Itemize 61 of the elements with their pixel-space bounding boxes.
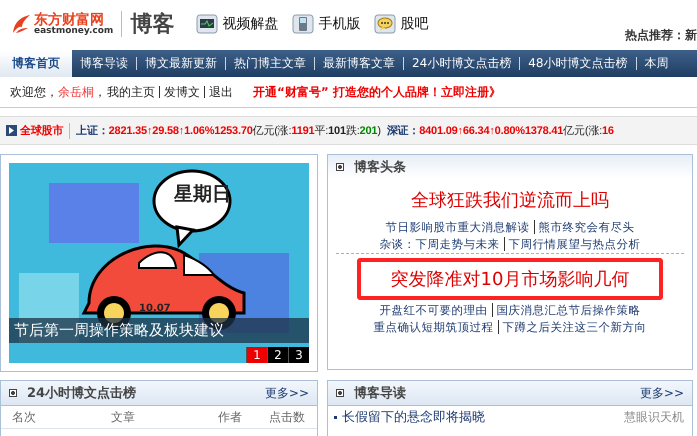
panel-title: 24小时博文点击榜	[27, 384, 136, 402]
comma-text: ，	[94, 84, 106, 100]
market-quote: 深证：8401.09↑66.34↑0.80%1378.41亿元(涨:16	[386, 124, 614, 138]
speech-bubble-text: 星期日	[174, 182, 231, 207]
headline-sublink[interactable]: 杂谈：下周走势与未来	[380, 237, 500, 251]
nav-tab[interactable]: 博客首页	[0, 50, 72, 77]
phone-icon	[292, 14, 314, 34]
headline-sublink[interactable]: 国庆消息汇总节后操作策略	[492, 303, 640, 317]
slide-page-button[interactable]: 2	[267, 347, 288, 363]
global-markets-link[interactable]: 全球股市	[20, 123, 64, 138]
slide-caption[interactable]: 节后第一周操作策略及板块建议	[9, 318, 309, 343]
headline-sublink[interactable]: 重点确认短期筑顶过程	[374, 320, 494, 334]
square-bullet-icon	[336, 163, 344, 171]
logo-name: 东方财富网	[34, 12, 104, 26]
nav-tab[interactable]: 博客导读	[72, 50, 136, 77]
date-text: 10.07	[139, 303, 171, 314]
eastmoney-logo[interactable]: 东方财富网 eastmoney.com	[10, 12, 114, 36]
username-link[interactable]: 余岳桐	[58, 84, 94, 100]
header-link[interactable]: 视频解盘	[196, 14, 278, 34]
user-link[interactable]: 发博文	[159, 86, 200, 98]
panel-title: 博客导读	[354, 384, 406, 402]
market-quote: 上证：2821.35↑29.58↑1.06%1253.70亿元(涨:1191平:101跌:201)	[76, 124, 381, 138]
nav-tab[interactable]: 本周	[636, 57, 677, 70]
article-link[interactable]: 长假留下的悬念即将揭晓	[342, 408, 485, 426]
square-bullet-icon	[9, 389, 17, 397]
monitor-icon	[196, 14, 218, 34]
speech-bubble-icon	[374, 14, 396, 34]
nav-tab[interactable]: 博文最新更新	[136, 57, 225, 70]
nav-tab[interactable]: 48小时博文点击榜	[519, 57, 636, 70]
nav-tab[interactable]: 热门博主文章	[225, 57, 314, 70]
headline-sublink[interactable]: 下周行情展望与热点分析	[504, 237, 640, 251]
square-bullet-icon	[336, 389, 344, 397]
logo-domain: eastmoney.com	[34, 26, 114, 36]
welcome-text: 欢迎您，	[10, 84, 58, 100]
nav-tab[interactable]: 最新博客文章	[314, 57, 403, 70]
highlighted-headline[interactable]: 突发降准对10月市场影响几何	[356, 258, 664, 300]
user-link[interactable]: 退出	[204, 86, 233, 98]
headline-sublink[interactable]: 开盘红不可要的理由	[380, 303, 488, 317]
slide-page-button[interactable]: 3	[288, 347, 309, 363]
flame-logo-icon	[10, 13, 32, 35]
more-link[interactable]: 更多>>	[264, 384, 309, 402]
user-link[interactable]: 我的主页	[107, 84, 155, 100]
headline-sublink[interactable]: 节日影响股市重大消息解读	[386, 220, 530, 234]
column-header: 文章	[110, 408, 136, 426]
hot-recommend-label: 热点推荐：新	[625, 27, 697, 44]
column-header: 名次	[11, 408, 37, 426]
header-link[interactable]: 股吧	[374, 14, 428, 34]
arrow-square-icon	[6, 125, 17, 136]
headline-sublink[interactable]: 下蹲之后关注这三个新方向	[498, 320, 646, 334]
headline-link[interactable]: 全球狂跌我们逆流而上吗	[397, 181, 623, 219]
author-link[interactable]: 慧眼识天机	[624, 408, 684, 426]
panel-title: 博客头条	[354, 158, 406, 176]
promo-link[interactable]: 开通“财富号” 打造您的个人品牌！立即注册》	[253, 84, 501, 100]
slide-page-button[interactable]: 1	[246, 347, 267, 363]
header-link[interactable]: 手机版	[292, 14, 360, 34]
section-title: 博客	[130, 10, 174, 39]
column-header: 点击数	[268, 408, 306, 426]
headline-sublink[interactable]: 熊市终究会有尽头	[534, 220, 634, 234]
nav-tab[interactable]: 24小时博文点击榜	[403, 57, 520, 70]
more-link[interactable]: 更多>>	[640, 384, 684, 402]
column-header: 作者	[217, 408, 243, 426]
